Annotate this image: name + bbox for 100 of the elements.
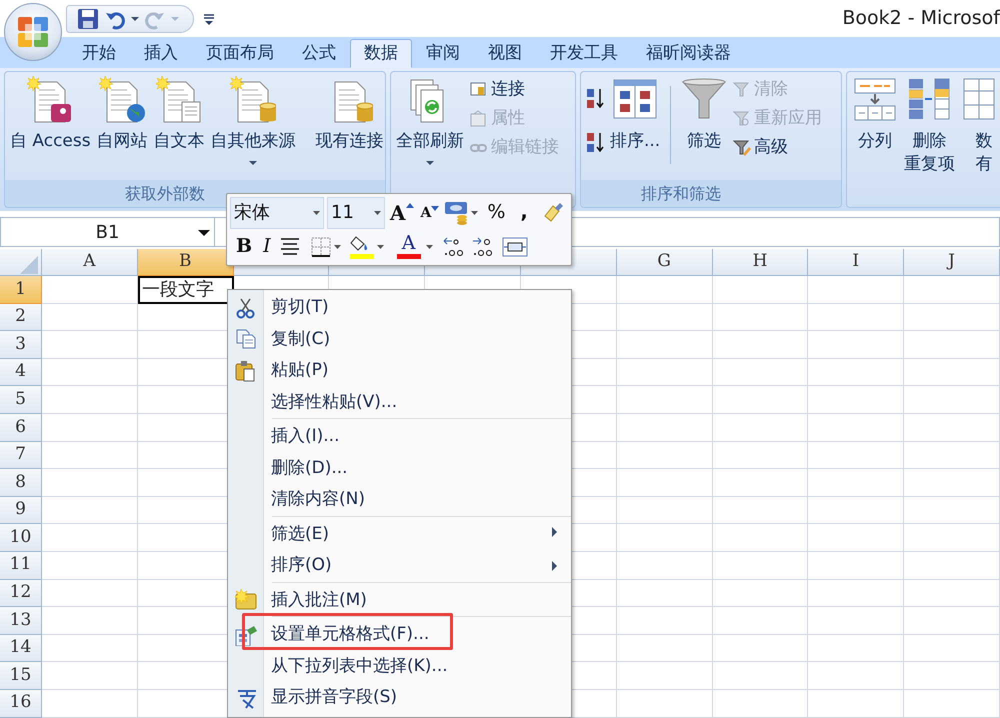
table-cell[interactable] <box>904 331 1000 359</box>
menu-item[interactable]: 排序(O) <box>228 550 571 582</box>
table-cell[interactable] <box>904 496 1000 524</box>
ribbon-tab[interactable]: 开始 <box>68 38 130 68</box>
row-header[interactable]: 7 <box>0 442 42 470</box>
table-cell[interactable] <box>616 331 713 359</box>
sort-ascending-button[interactable] <box>584 88 606 108</box>
table-cell[interactable] <box>712 386 808 414</box>
table-cell[interactable] <box>808 524 904 552</box>
menu-item[interactable]: 粘贴(P) <box>228 355 571 386</box>
row-header[interactable]: 3 <box>0 331 42 359</box>
table-cell[interactable] <box>904 607 1000 635</box>
table-cell[interactable] <box>42 331 138 359</box>
row-header[interactable]: 9 <box>0 496 42 524</box>
row-header[interactable]: 13 <box>0 607 42 635</box>
table-cell[interactable] <box>904 304 1000 332</box>
table-cell[interactable] <box>808 414 904 442</box>
table-cell[interactable] <box>712 496 808 524</box>
row-header[interactable]: 10 <box>0 524 42 552</box>
table-cell[interactable] <box>904 524 1000 552</box>
row-header[interactable]: 15 <box>0 662 42 690</box>
table-cell[interactable] <box>808 358 904 386</box>
row-header[interactable]: 16 <box>0 690 42 718</box>
percent-button[interactable]: % <box>485 203 508 222</box>
table-cell[interactable] <box>904 580 1000 608</box>
table-cell[interactable] <box>808 580 904 608</box>
row-header[interactable]: 2 <box>0 304 42 332</box>
table-cell[interactable] <box>904 442 1000 470</box>
table-cell[interactable] <box>808 276 904 304</box>
table-cell[interactable] <box>712 304 808 332</box>
table-cell[interactable] <box>904 469 1000 497</box>
ribbon-button[interactable]: 全部刷新 <box>394 76 466 165</box>
table-cell[interactable] <box>616 496 713 524</box>
table-cell[interactable] <box>42 414 138 442</box>
table-cell[interactable] <box>616 386 713 414</box>
bold-button[interactable]: B <box>234 237 254 256</box>
table-cell[interactable] <box>42 662 138 690</box>
row-header[interactable]: 11 <box>0 552 42 580</box>
font-color-button[interactable]: A <box>394 234 423 259</box>
table-cell[interactable] <box>904 414 1000 442</box>
table-cell[interactable] <box>42 276 138 304</box>
column-header[interactable]: H <box>712 249 808 276</box>
row-header[interactable]: 8 <box>0 469 42 497</box>
table-cell[interactable] <box>712 358 808 386</box>
table-cell[interactable] <box>42 442 138 470</box>
table-cell[interactable] <box>42 580 138 608</box>
table-cell[interactable] <box>712 580 808 608</box>
table-cell[interactable] <box>616 414 713 442</box>
row-header[interactable]: 4 <box>0 358 42 386</box>
ribbon-button[interactable]: 排序... <box>608 76 662 153</box>
row-header[interactable]: 6 <box>0 414 42 442</box>
grow-font-button[interactable]: A <box>388 202 416 222</box>
table-cell[interactable] <box>42 469 138 497</box>
table-cell[interactable] <box>808 496 904 524</box>
table-cell[interactable] <box>616 662 713 690</box>
menu-item[interactable]: 复制(C) <box>228 324 571 355</box>
row-header[interactable]: 14 <box>0 634 42 662</box>
ribbon-button[interactable]: 删除 重复项 <box>902 76 957 176</box>
table-cell[interactable] <box>616 607 713 635</box>
table-cell[interactable] <box>808 386 904 414</box>
row-header[interactable]: 5 <box>0 386 42 414</box>
table-cell[interactable] <box>808 304 904 332</box>
table-cell[interactable] <box>616 580 713 608</box>
menu-item[interactable]: 插入批注(M) <box>228 582 571 616</box>
table-cell[interactable] <box>42 358 138 386</box>
font-size-field[interactable]: 11 <box>327 196 385 228</box>
table-cell[interactable] <box>712 607 808 635</box>
menu-item[interactable]: 选择性粘贴(V)... <box>228 386 571 418</box>
table-cell[interactable] <box>712 331 808 359</box>
table-cell[interactable] <box>42 386 138 414</box>
column-header[interactable]: J <box>904 249 1000 276</box>
ribbon-button[interactable]: 高级 <box>731 134 824 162</box>
select-all-corner[interactable] <box>0 249 42 276</box>
table-cell[interactable] <box>904 276 1000 304</box>
table-cell[interactable] <box>712 442 808 470</box>
column-header[interactable]: G <box>616 249 713 276</box>
sort-descending-button[interactable] <box>584 132 606 152</box>
table-cell[interactable] <box>904 690 1000 718</box>
menu-item[interactable]: 清除内容(N) <box>228 484 571 516</box>
table-cell[interactable] <box>904 358 1000 386</box>
comma-button[interactable]: , <box>518 203 530 222</box>
table-cell[interactable] <box>42 634 138 662</box>
font-field[interactable]: 宋体 <box>230 196 324 228</box>
table-cell[interactable] <box>808 690 904 718</box>
shrink-font-button[interactable]: A <box>418 206 442 220</box>
table-cell[interactable] <box>904 634 1000 662</box>
menu-item[interactable]: 插入(I)... <box>228 418 571 452</box>
table-cell[interactable] <box>904 386 1000 414</box>
ribbon-tab[interactable]: 公式 <box>288 38 350 68</box>
ribbon-button[interactable]: 筛选 <box>679 76 730 153</box>
table-cell[interactable] <box>712 690 808 718</box>
ribbon-button[interactable]: 自 Access <box>8 76 93 153</box>
table-cell[interactable] <box>712 662 808 690</box>
ribbon-tab[interactable]: 数据 <box>350 38 412 68</box>
menu-item[interactable]: 删除(D)... <box>228 452 571 484</box>
table-cell[interactable] <box>616 552 713 580</box>
row-header[interactable]: 1 <box>0 276 42 304</box>
table-cell[interactable] <box>616 524 713 552</box>
table-cell[interactable] <box>712 469 808 497</box>
table-cell[interactable] <box>808 662 904 690</box>
